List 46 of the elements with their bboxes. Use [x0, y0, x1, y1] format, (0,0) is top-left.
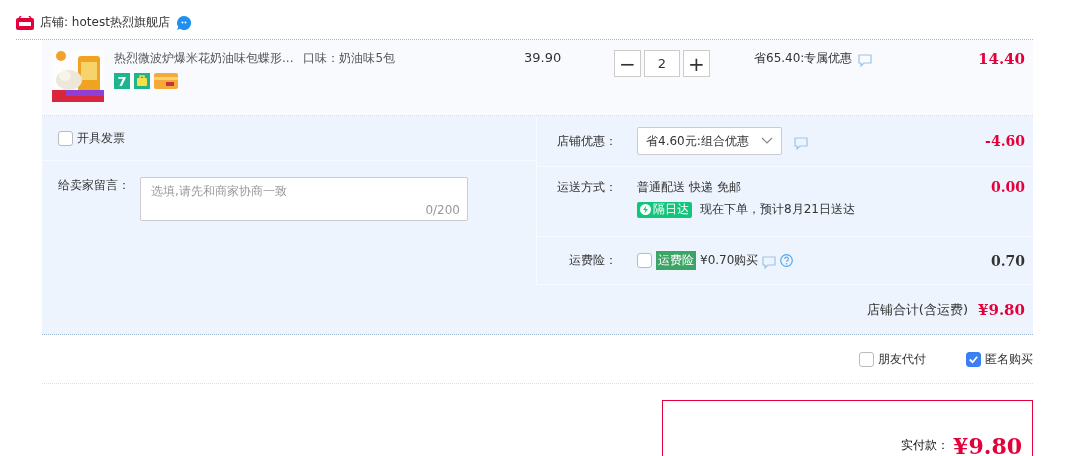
- increase-button[interactable]: +: [683, 50, 710, 77]
- help-icon[interactable]: [780, 254, 794, 267]
- option-checkbox[interactable]: [966, 351, 981, 367]
- store-total-amount: ¥9.80: [978, 301, 1025, 319]
- option-label: 匿名购买: [985, 350, 1033, 368]
- amount: 0.70: [990, 252, 1025, 269]
- delivery-note: 现在下单，预计8月21日送达: [700, 201, 855, 218]
- store-name[interactable]: 店铺: hotest热烈旗舰店: [40, 14, 170, 31]
- store-logo-icon: [16, 15, 34, 30]
- insurance-tag: 运费险: [656, 251, 696, 270]
- shipping-label: 运送方式：: [556, 179, 618, 196]
- discount-dropdown[interactable]: 省4.60元:组合优惠: [637, 127, 782, 155]
- amount: -4.60: [985, 133, 1025, 149]
- invoice-label: 开具发票: [77, 129, 125, 147]
- option-label: 朋友代付: [878, 350, 926, 368]
- message-label: 给卖家留言：: [58, 177, 130, 194]
- char-counter: 0/200: [425, 203, 460, 217]
- return-badge: 7: [114, 73, 130, 89]
- quantity-field[interactable]: 2: [644, 50, 680, 77]
- payment-label: 实付款：: [901, 437, 950, 454]
- amount: 0.00: [990, 179, 1025, 197]
- lightning-icon: [640, 204, 651, 215]
- insurance-checkbox[interactable]: [637, 253, 652, 268]
- discount-label: 省65.40:专属优惠: [754, 50, 853, 67]
- chat-bubble-icon[interactable]: [175, 14, 192, 31]
- payment-amount: ¥9.80: [953, 432, 1022, 456]
- item-subtotal: 14.40: [977, 50, 1026, 70]
- product-title[interactable]: 热烈微波炉爆米花奶油味包蝶形...: [114, 50, 294, 67]
- discount-label: 店铺优惠：: [556, 132, 618, 150]
- option-checkbox[interactable]: [859, 351, 874, 367]
- checkmark-icon: [968, 353, 979, 365]
- comment-icon[interactable]: [793, 136, 808, 150]
- unit-price: 39.90: [524, 50, 563, 67]
- decrease-button[interactable]: −: [614, 50, 641, 77]
- invoice-checkbox[interactable]: [58, 130, 73, 146]
- shipping-method: 普通配送 快递 免邮: [637, 179, 742, 196]
- comment-icon[interactable]: [762, 256, 777, 269]
- insurance-price: ¥0.70购买: [700, 252, 759, 269]
- bag-badge-icon: [134, 73, 150, 89]
- product-spec: 口味：奶油味5包: [303, 50, 396, 67]
- delivery-badge: 隔日达: [637, 201, 692, 218]
- store-total-label: 店铺合计(含运费): [866, 301, 968, 319]
- insurance-label: 运费险：: [568, 252, 618, 269]
- card-badge-icon: [154, 73, 178, 89]
- comment-icon[interactable]: [858, 54, 873, 67]
- caret-icon: [760, 137, 773, 145]
